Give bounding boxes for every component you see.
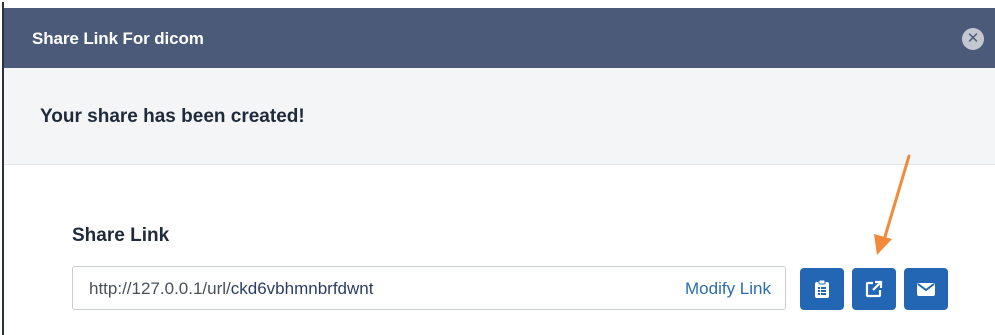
annotation-arrow	[874, 154, 911, 255]
share-dialog: Share Link For dicom ✕ Your share has be…	[2, 2, 995, 335]
